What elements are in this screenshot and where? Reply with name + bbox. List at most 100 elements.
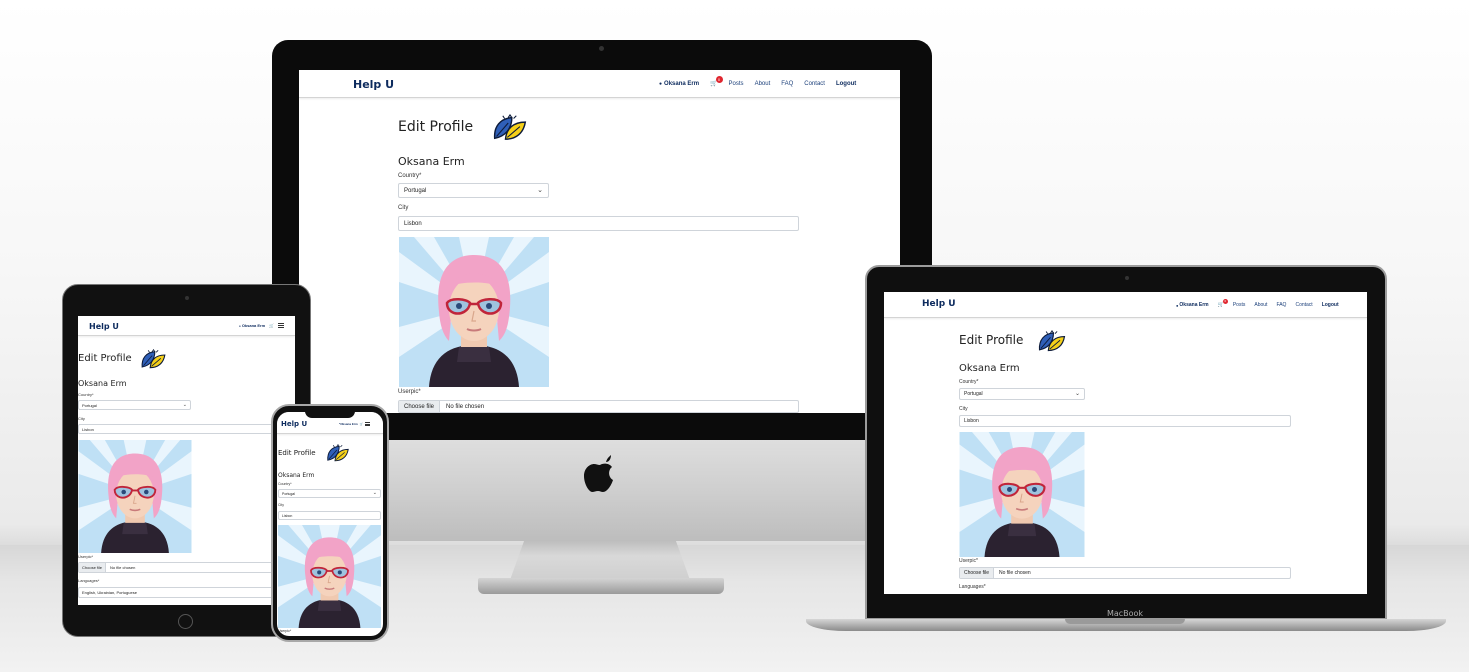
chevron-down-icon: ⌄ [372, 490, 377, 496]
nav-user-link[interactable]: ● Oksana Erm [1176, 302, 1209, 308]
chevron-down-icon: ⌄ [182, 402, 187, 408]
nav-logout-link[interactable]: Logout [1322, 302, 1339, 308]
nav-user-name: Oksana Erm [340, 422, 358, 426]
brand-logo[interactable]: Help U [281, 420, 307, 428]
country-selected-value: Portugal [82, 402, 97, 408]
nav-user-name: Oksana Erm [1179, 302, 1209, 308]
profile-user-name: Oksana Erm [959, 363, 1020, 374]
city-input[interactable]: Lisbon [78, 424, 295, 434]
userpic-label: Userpic* [959, 558, 978, 564]
imac-stand-foot [478, 578, 724, 594]
userpic-label: Userpic* [78, 554, 94, 559]
user-icon: ● [659, 80, 663, 87]
nav-links: ● Oksana Erm 🛒 0 Posts About FAQ Contact… [659, 76, 856, 87]
cart-count-badge: 0 [1222, 299, 1228, 304]
user-icon: ● [1176, 302, 1179, 308]
leaf-logo-icon [492, 114, 528, 141]
nav-link-posts[interactable]: Posts [729, 81, 744, 87]
brand-logo[interactable]: Help U [922, 299, 956, 309]
choose-file-button[interactable]: Choose file [399, 401, 441, 412]
ipad-home-button[interactable] [178, 614, 193, 629]
userpic-label: Userpic* [278, 629, 292, 633]
imac-stand-neck [510, 540, 690, 580]
page-title: Edit Profile [78, 353, 132, 364]
languages-label: Languages* [959, 584, 986, 590]
leaf-logo-icon [140, 349, 167, 369]
navbar: Help U ● Oksana Erm 🛒 0 Posts About FAQ … [299, 70, 900, 98]
country-selected-value: Portugal [404, 187, 427, 194]
nav-link-about[interactable]: About [755, 81, 771, 87]
city-label: City [78, 416, 85, 421]
choose-file-button[interactable]: Choose file [960, 568, 995, 578]
nav-cart-link[interactable]: 🛒 0 [1218, 299, 1228, 308]
macbook-label: MacBook [1106, 609, 1144, 618]
file-status-text: No file chosen [999, 570, 1031, 576]
city-label: City [959, 406, 968, 412]
city-label: City [278, 503, 285, 507]
country-select[interactable]: Portugal ⌄ [278, 489, 381, 498]
nav-links: ● Oksana Erm 🛒 0 Posts About FAQ Contact… [1176, 299, 1339, 308]
userpic-file-input[interactable]: Choose file No file chosen [959, 567, 1291, 579]
country-selected-value: Portugal [282, 491, 296, 496]
country-select[interactable]: Portugal ⌄ [78, 400, 191, 410]
choose-file-button[interactable]: Choose file [79, 563, 107, 572]
country-select[interactable]: Portugal ⌄ [398, 183, 549, 198]
city-input[interactable]: Lisbon [278, 511, 381, 520]
nav-user-name: Oksana Erm [241, 323, 266, 328]
country-label: Country* [278, 482, 292, 486]
apple-logo-icon [584, 455, 613, 492]
userpic-label: Userpic* [398, 389, 421, 395]
languages-input[interactable]: English, Ukrainian, Portuguese [78, 587, 295, 598]
file-status-text: No file chosen [110, 565, 136, 570]
imac-camera-icon [599, 46, 604, 51]
nav-links: ● Oksana Erm 🛒 [239, 323, 285, 328]
city-input[interactable]: Lisbon [398, 216, 799, 231]
city-input-value: Lisbon [964, 418, 979, 424]
page-title: Edit Profile [959, 333, 1024, 347]
nav-link-contact[interactable]: Contact [804, 81, 825, 87]
city-label: City [398, 205, 409, 211]
city-input-value: Lisbon [82, 426, 94, 432]
hamburger-icon[interactable] [278, 323, 285, 328]
country-select[interactable]: Portugal ⌄ [959, 388, 1085, 400]
nav-links: ● Oksana Erm 🛒 [339, 422, 371, 426]
profile-user-name: Oksana Erm [398, 155, 465, 168]
nav-user-link[interactable]: ● Oksana Erm [659, 81, 699, 87]
ipad-camera-icon [185, 296, 189, 300]
country-label: Country* [959, 379, 979, 385]
nav-link-faq[interactable]: FAQ [781, 81, 793, 87]
userpic-avatar [398, 237, 550, 387]
nav-logout-link[interactable]: Logout [836, 81, 856, 87]
hamburger-icon[interactable] [365, 422, 371, 426]
nav-cart-link[interactable]: 🛒 [269, 323, 274, 328]
brand-logo[interactable]: Help U [89, 322, 119, 331]
iphone-notch [305, 408, 355, 418]
nav-link-contact[interactable]: Contact [1295, 302, 1312, 308]
city-input-value: Lisbon [404, 220, 422, 227]
cart-icon: 🛒 [269, 323, 275, 328]
profile-user-name: Oksana Erm [278, 472, 315, 479]
brand-logo[interactable]: Help U [353, 78, 394, 91]
nav-user-name: Oksana Erm [664, 80, 700, 87]
file-status-text: No file chosen [446, 403, 485, 410]
userpic-file-input[interactable]: Choose file No file chosen [78, 562, 295, 573]
userpic-file-input[interactable]: Choose file No file chosen [398, 400, 799, 413]
nav-link-about[interactable]: About [1254, 302, 1267, 308]
country-selected-value: Portugal [964, 391, 983, 397]
cart-icon: 🛒 [359, 422, 364, 426]
nav-user-link[interactable]: ● Oksana Erm [239, 323, 265, 328]
chevron-down-icon: ⌄ [1074, 391, 1080, 397]
nav-cart-link[interactable]: 🛒 [360, 422, 364, 426]
userpic-avatar [959, 432, 1085, 557]
nav-cart-link[interactable]: 🛒 0 [710, 76, 723, 87]
imac-screen: Help U ● Oksana Erm 🛒 0 Posts About FAQ … [299, 70, 900, 413]
nav-link-posts[interactable]: Posts [1233, 302, 1246, 308]
profile-user-name: Oksana Erm [78, 379, 127, 388]
chevron-down-icon: ⌄ [537, 187, 543, 194]
page-title: Edit Profile [278, 449, 316, 457]
city-input[interactable]: Lisbon [959, 415, 1291, 427]
navbar: Help U ● Oksana Erm 🛒 0 Posts About FAQ … [884, 292, 1367, 318]
macbook-notch [1065, 619, 1185, 624]
nav-link-faq[interactable]: FAQ [1276, 302, 1286, 308]
nav-user-link[interactable]: ● Oksana Erm [339, 422, 358, 426]
